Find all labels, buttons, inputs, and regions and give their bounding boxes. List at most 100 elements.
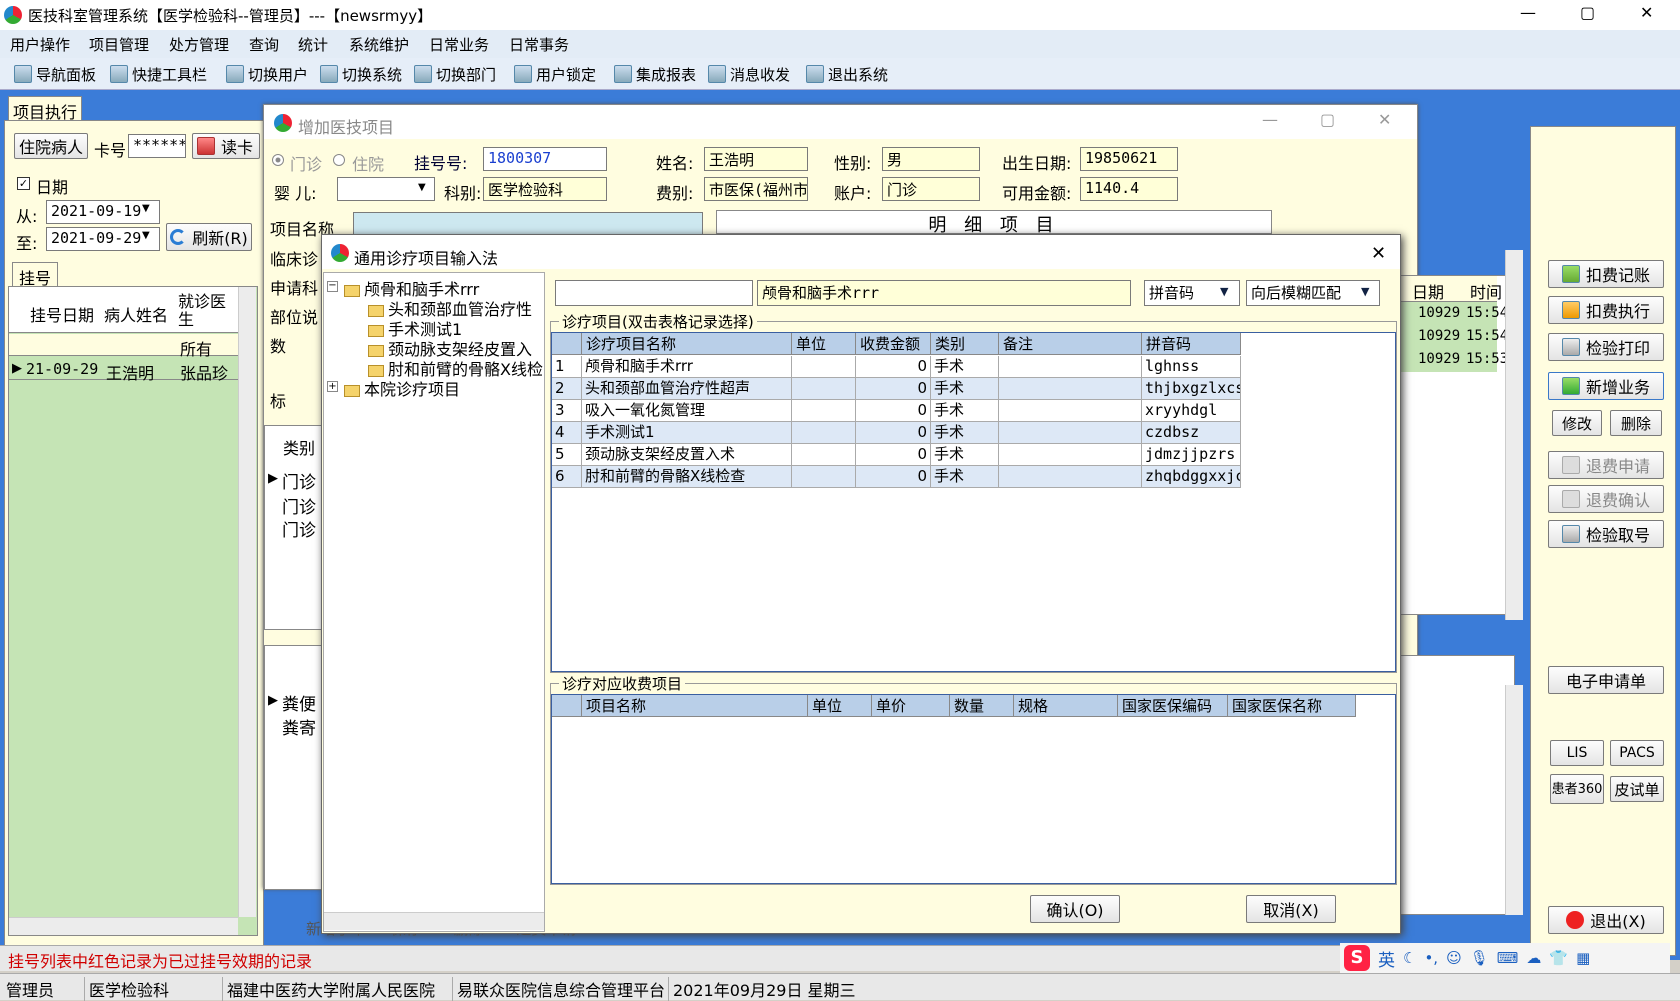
mode-dropdown-icon[interactable]: ▼ bbox=[1220, 285, 1228, 298]
fee-col-header-insurance-code[interactable]: 国家医保编码 bbox=[1118, 695, 1228, 717]
fee-col-header-name[interactable]: 项目名称 bbox=[582, 695, 808, 717]
punct-icon[interactable]: •, bbox=[1424, 949, 1438, 967]
grid-icon[interactable]: ▦ bbox=[1576, 949, 1590, 967]
moon-icon[interactable]: ☾ bbox=[1403, 949, 1416, 967]
col-header-note[interactable]: 备注 bbox=[999, 333, 1142, 355]
category-row[interactable]: 门诊 bbox=[282, 468, 316, 493]
from-dropdown-icon[interactable]: ▼ bbox=[142, 203, 150, 214]
lower-row[interactable]: 粪便 bbox=[282, 690, 316, 715]
match-select[interactable]: 向后模糊匹配 bbox=[1246, 280, 1380, 306]
left-grid-vscroll[interactable] bbox=[238, 287, 256, 917]
menu-project[interactable]: 项目管理 bbox=[89, 34, 149, 55]
sex-input[interactable]: 男 bbox=[882, 147, 980, 171]
balance-input[interactable]: 1140.4 bbox=[1080, 177, 1178, 201]
col-header-unit[interactable]: 单位 bbox=[792, 333, 856, 355]
toolbar-switch-user[interactable]: 切换用户 bbox=[226, 60, 308, 88]
date-checkbox[interactable]: ✓ bbox=[17, 177, 30, 190]
close-button[interactable]: ✕ bbox=[1640, 3, 1653, 22]
fetch-number-button[interactable]: 检验取号 bbox=[1548, 520, 1664, 548]
shirt-icon[interactable]: 👕 bbox=[1549, 949, 1568, 967]
tree-expand-icon-2[interactable]: + bbox=[327, 381, 338, 392]
print-button[interactable]: 检验打印 bbox=[1548, 333, 1664, 361]
tree-root-2[interactable]: 本院诊疗项目 bbox=[344, 376, 460, 400]
add-window-min-button[interactable]: — bbox=[1262, 110, 1278, 129]
patient-360-button[interactable]: 患者360 bbox=[1550, 774, 1604, 804]
tab-project-exec[interactable]: 项目执行 bbox=[8, 96, 82, 122]
tree-expand-icon[interactable]: − bbox=[327, 281, 338, 292]
category-row[interactable]: 门诊 bbox=[282, 493, 316, 518]
exit-app-button[interactable]: 退出(X) bbox=[1548, 906, 1664, 934]
menu-daily-business[interactable]: 日常业务 bbox=[429, 34, 489, 55]
toolbar-quick-tools[interactable]: 快捷工具栏 bbox=[110, 60, 207, 88]
confirm-button[interactable]: 确认(O) bbox=[1030, 895, 1120, 923]
refund-request-button[interactable]: 退费申请 bbox=[1548, 451, 1664, 479]
add-business-button[interactable]: 新增业务 bbox=[1548, 372, 1664, 400]
toolbar-nav-panel[interactable]: 导航面板 bbox=[14, 60, 96, 88]
skin-icon[interactable]: ☁ bbox=[1526, 949, 1541, 967]
filter-doctor[interactable]: 所有 bbox=[180, 336, 212, 360]
maximize-button[interactable]: ▢ bbox=[1580, 3, 1595, 22]
name-input[interactable]: 王浩明 bbox=[704, 147, 808, 171]
charge-record-button[interactable]: 扣费记账 bbox=[1548, 260, 1664, 288]
menu-daily-affairs[interactable]: 日常事务 bbox=[509, 34, 569, 55]
e-request-button[interactable]: 电子申请单 bbox=[1548, 666, 1664, 694]
menu-stats[interactable]: 统计 bbox=[298, 34, 328, 55]
radio-inpatient-icon[interactable] bbox=[333, 154, 345, 166]
pacs-button[interactable]: PACS bbox=[1610, 740, 1664, 766]
dialog-close-button[interactable]: ✕ bbox=[1371, 243, 1386, 264]
fee-col-header-qty[interactable]: 数量 bbox=[950, 695, 1014, 717]
toolbar-reports[interactable]: 集成报表 bbox=[614, 60, 696, 88]
birth-input[interactable]: 19850621 bbox=[1080, 147, 1178, 171]
toolbar-switch-dept[interactable]: 切换部门 bbox=[414, 60, 496, 88]
ime-bar[interactable]: S 英 ☾ •, ☺ 🎙 ⌨ ☁ 👕 ▦ bbox=[1340, 943, 1670, 973]
charge-exec-button[interactable]: 扣费执行 bbox=[1548, 296, 1664, 324]
section-registration-tab[interactable]: 挂号 bbox=[12, 262, 58, 288]
menu-prescription[interactable]: 处方管理 bbox=[169, 34, 229, 55]
col-header-fee[interactable]: 收费金额 bbox=[856, 333, 931, 355]
toolbar-messages[interactable]: 消息收发 bbox=[708, 60, 790, 88]
col-header-name[interactable]: 诊疗项目名称 bbox=[582, 333, 792, 355]
account-input[interactable]: 门诊 bbox=[882, 177, 980, 201]
refresh-button[interactable]: 刷新(R) bbox=[166, 223, 252, 251]
skin-test-button[interactable]: 皮试单 bbox=[1610, 776, 1664, 802]
right-grid-vscroll[interactable] bbox=[1505, 250, 1523, 620]
col-header-category[interactable]: 类别 bbox=[931, 333, 999, 355]
lower-row[interactable]: 粪寄 bbox=[282, 714, 316, 739]
right-lower-vscroll[interactable] bbox=[1505, 685, 1523, 915]
modify-button[interactable]: 修改 bbox=[1552, 410, 1602, 436]
minimize-button[interactable]: — bbox=[1520, 3, 1536, 22]
left-grid-hscroll[interactable] bbox=[9, 917, 238, 935]
keyboard-icon[interactable]: ⌨ bbox=[1497, 949, 1519, 967]
match-dropdown-icon[interactable]: ▼ bbox=[1361, 285, 1369, 298]
menu-query[interactable]: 查询 bbox=[249, 34, 279, 55]
reg-no-input[interactable]: 1800307 bbox=[483, 147, 607, 171]
menu-maintenance[interactable]: 系统维护 bbox=[349, 34, 409, 55]
category-row[interactable]: 门诊 bbox=[282, 516, 316, 541]
toolbar-exit[interactable]: 退出系统 bbox=[806, 60, 888, 88]
fee-col-header-insurance-name[interactable]: 国家医保名称 bbox=[1228, 695, 1356, 717]
toolbar-switch-system[interactable]: 切换系统 bbox=[320, 60, 402, 88]
to-dropdown-icon[interactable]: ▼ bbox=[142, 230, 150, 241]
menu-user[interactable]: 用户操作 bbox=[10, 34, 70, 55]
emoji-icon[interactable]: ☺ bbox=[1446, 949, 1462, 967]
tree-hscroll[interactable] bbox=[324, 912, 544, 930]
add-window-close-button[interactable]: ✕ bbox=[1378, 110, 1391, 129]
toolbar-user-lock[interactable]: 用户锁定 bbox=[514, 60, 596, 88]
lis-button[interactable]: LIS bbox=[1550, 740, 1604, 766]
dept-input[interactable]: 医学检验科 bbox=[483, 177, 607, 201]
fee-col-header-unit[interactable]: 单位 bbox=[808, 695, 872, 717]
ime-lang[interactable]: 英 bbox=[1378, 946, 1395, 971]
read-card-button[interactable]: 读卡 bbox=[192, 133, 260, 159]
add-window-max-button[interactable]: ▢ bbox=[1320, 110, 1335, 129]
fee-col-header-price[interactable]: 单价 bbox=[872, 695, 950, 717]
fee-col-header-spec[interactable]: 规格 bbox=[1014, 695, 1118, 717]
col-header-pinyin[interactable]: 拼音码 bbox=[1142, 333, 1241, 355]
delete-record-button[interactable]: 删除 bbox=[1610, 410, 1662, 436]
card-input[interactable]: ******* bbox=[128, 134, 186, 158]
inpatient-button[interactable]: 住院病人 bbox=[14, 133, 88, 159]
search-input[interactable] bbox=[555, 280, 753, 306]
fee-input[interactable]: 市医保(福州市 bbox=[704, 177, 808, 201]
radio-outpatient-icon[interactable] bbox=[272, 154, 284, 166]
infant-dropdown-icon[interactable]: ▼ bbox=[418, 182, 426, 193]
cancel-button[interactable]: 取消(X) bbox=[1246, 895, 1336, 923]
